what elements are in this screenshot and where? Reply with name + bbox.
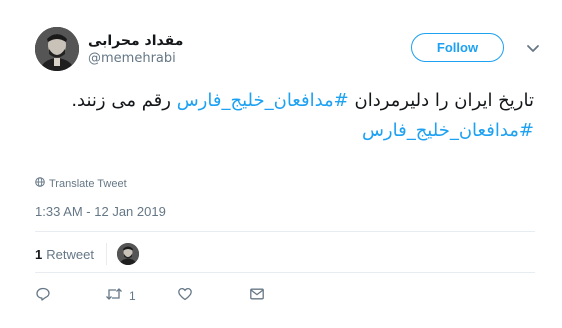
reply-icon [35, 286, 51, 305]
tweet-stats: 1 Retweet [35, 243, 139, 265]
tweet-text: تاریخ ایران را دلیرمردان #مدافعان_خلیج_ف… [40, 86, 534, 146]
translate-label: Translate Tweet [49, 177, 127, 190]
tweet-actions: 1 [35, 286, 275, 306]
author-info: مقداد محرابی @memehrabi [88, 32, 183, 68]
heart-icon [177, 286, 193, 305]
author-avatar[interactable] [35, 27, 79, 71]
retweet-stat-label[interactable]: Retweet [46, 247, 94, 262]
divider [35, 272, 535, 273]
tweet-text-part1: تاریخ ایران را دلیرمردان [348, 90, 534, 111]
hashtag-link[interactable]: #مدافعان_خلیج_فارس [362, 120, 534, 141]
retweet-icon [105, 286, 123, 305]
retweet-button[interactable]: 1 [105, 286, 136, 305]
author-handle[interactable]: @memehrabi [88, 50, 183, 68]
direct-message-button[interactable] [249, 286, 265, 305]
hashtag-link[interactable]: #مدافعان_خلیج_فارس [177, 90, 349, 111]
translate-tweet-link[interactable]: Translate Tweet [35, 177, 127, 190]
retweet-count: 1 [129, 288, 136, 303]
tweet-text-part2: رقم می زنند. [71, 90, 177, 111]
reply-button[interactable] [35, 286, 51, 305]
globe-icon [35, 177, 45, 190]
author-display-name[interactable]: مقداد محرابی [88, 32, 183, 50]
follow-button[interactable]: Follow [411, 33, 504, 62]
envelope-icon [249, 286, 265, 305]
stats-separator [105, 243, 107, 265]
retweet-stat-count[interactable]: 1 [35, 247, 42, 262]
divider [35, 231, 535, 232]
tweet-timestamp[interactable]: 1:33 AM - 12 Jan 2019 [35, 204, 166, 219]
retweeter-avatar[interactable] [116, 243, 139, 265]
chevron-down-icon[interactable] [525, 40, 541, 56]
like-button[interactable] [177, 286, 193, 305]
